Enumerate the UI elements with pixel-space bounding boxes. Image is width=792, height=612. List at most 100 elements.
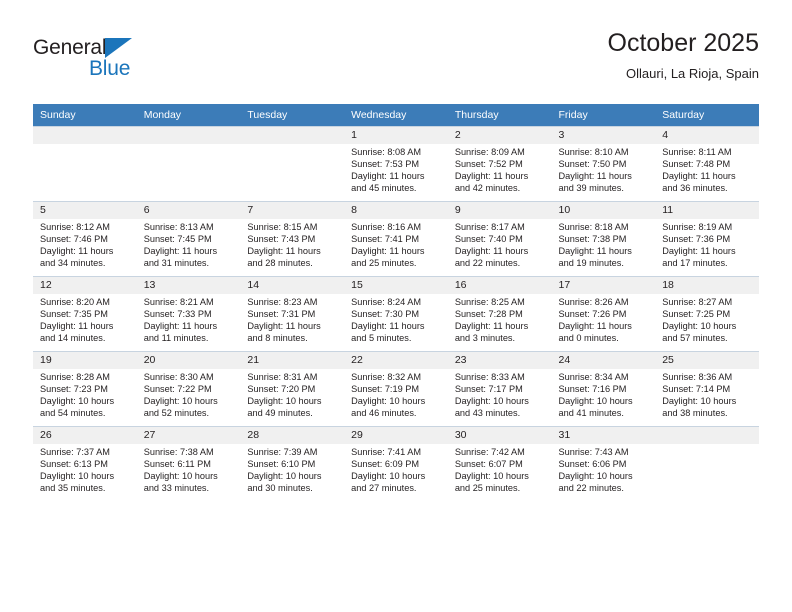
sunrise-text: Sunrise: 7:37 AM <box>40 447 110 457</box>
daylight-text-line1: Daylight: 11 hours <box>40 320 114 331</box>
daylight-text-line1: Daylight: 11 hours <box>454 170 529 181</box>
calendar-day-cell[interactable]: 24 Sunrise: 8:34 AM Sunset: 7:16 PM Dayligh… <box>551 351 656 427</box>
day-cell-inner <box>33 127 137 201</box>
day-cell-inner: 30 Sunrise: 7:42 AM Sunset: 6:07 PM Dayligh… <box>447 427 552 501</box>
calendar-day-cell[interactable]: 21 Sunrise: 8:31 AM Sunset: 7:20 PM Dayligh… <box>240 351 345 427</box>
sunset-text: Sunset: 6:09 PM <box>351 458 420 469</box>
day-number: 15 <box>344 277 448 294</box>
calendar-day-cell[interactable]: 4 Sunrise: 8:11 AM Sunset: 7:48 PM Daylight… <box>655 126 759 202</box>
calendar-day-cell[interactable]: 3 Sunrise: 8:10 AM Sunset: 7:50 PM Daylight… <box>551 126 656 202</box>
day-cell-inner <box>136 127 241 201</box>
day-details: Sunrise: 8:24 AM Sunset: 7:30 PM Daylight:… <box>344 294 448 345</box>
sunrise-text: Sunrise: 8:34 AM <box>558 372 629 382</box>
day-cell-inner: 24 Sunrise: 8:34 AM Sunset: 7:16 PM Dayligh… <box>551 352 656 426</box>
calendar-day-cell[interactable]: 8 Sunrise: 8:16 AM Sunset: 7:41 PM Daylight… <box>344 201 448 277</box>
sunrise-text: Sunrise: 8:36 AM <box>662 372 733 382</box>
sunrise-text: Sunrise: 8:18 AM <box>558 222 629 232</box>
calendar-day-cell[interactable]: 6 Sunrise: 8:13 AM Sunset: 7:45 PM Daylight… <box>136 201 241 277</box>
calendar-day-cell[interactable]: 26 Sunrise: 7:37 AM Sunset: 6:13 PM Dayligh… <box>33 426 137 501</box>
daylight-text-line1: Daylight: 10 hours <box>40 395 115 406</box>
sunset-text: Sunset: 6:13 PM <box>40 458 108 469</box>
daylight-text-line2: and 5 minutes. <box>351 332 412 343</box>
calendar-day-cell[interactable]: 2 Sunrise: 8:09 AM Sunset: 7:52 PM Daylight… <box>447 126 552 202</box>
sunset-text: Sunset: 7:36 PM <box>662 233 731 244</box>
day-details: Sunrise: 8:30 AM Sunset: 7:22 PM Daylight:… <box>137 369 241 420</box>
daylight-text-line2: and 57 minutes. <box>662 332 728 343</box>
daylight-text-line1: Daylight: 11 hours <box>143 245 218 256</box>
sunset-text: Sunset: 7:33 PM <box>143 308 212 319</box>
calendar-week-row: 19 Sunrise: 8:28 AM Sunset: 7:23 PM Dayligh… <box>33 351 759 427</box>
day-details: Sunrise: 8:27 AM Sunset: 7:25 PM Daylight:… <box>655 294 759 345</box>
sunrise-text: Sunrise: 8:28 AM <box>40 372 110 382</box>
day-number: 28 <box>240 427 345 444</box>
daylight-text-line2: and 49 minutes. <box>247 407 313 418</box>
daylight-text-line2: and 0 minutes. <box>558 332 619 343</box>
day-details: Sunrise: 8:32 AM Sunset: 7:19 PM Daylight:… <box>344 369 448 420</box>
sunset-text: Sunset: 7:20 PM <box>247 383 316 394</box>
daylight-text-line2: and 3 minutes. <box>454 332 516 343</box>
sunset-text: Sunset: 7:22 PM <box>143 383 212 394</box>
day-details: Sunrise: 8:13 AM Sunset: 7:45 PM Daylight:… <box>137 219 241 270</box>
day-number: 18 <box>655 277 759 294</box>
day-details: Sunrise: 8:36 AM Sunset: 7:14 PM Daylight:… <box>655 369 759 420</box>
sunset-text: Sunset: 6:11 PM <box>143 458 211 469</box>
sunset-text: Sunset: 7:52 PM <box>454 158 523 169</box>
daylight-text-line2: and 36 minutes. <box>662 182 728 193</box>
daylight-text-line2: and 25 minutes. <box>454 482 521 493</box>
calendar-day-cell[interactable]: 11 Sunrise: 8:19 AM Sunset: 7:36 PM Dayligh… <box>655 201 759 277</box>
calendar-day-cell[interactable]: 16 Sunrise: 8:25 AM Sunset: 7:28 PM Dayligh… <box>447 276 552 352</box>
calendar-header-row: Sunday Monday Tuesday Wednesday Thursday Frid… <box>33 104 759 127</box>
day-cell-inner: 27 Sunrise: 7:38 AM Sunset: 6:11 PM Dayligh… <box>136 427 241 501</box>
day-details: Sunrise: 8:25 AM Sunset: 7:28 PM Daylight:… <box>448 294 552 345</box>
calendar-day-cell[interactable]: 17 Sunrise: 8:26 AM Sunset: 7:26 PM Dayligh… <box>551 276 656 352</box>
daylight-text-line2: and 25 minutes. <box>351 257 417 268</box>
calendar-day-cell[interactable]: 14 Sunrise: 8:23 AM Sunset: 7:31 PM Dayligh… <box>240 276 345 352</box>
daylight-text-line1: Daylight: 11 hours <box>143 320 218 331</box>
weekday-header-monday: Monday <box>136 104 241 127</box>
calendar-day-cell[interactable]: 10 Sunrise: 8:18 AM Sunset: 7:38 PM Dayligh… <box>551 201 656 277</box>
general-blue-logo[interactable]: General Blue <box>33 36 213 90</box>
calendar-day-cell[interactable]: 22 Sunrise: 8:32 AM Sunset: 7:19 PM Dayligh… <box>344 351 448 427</box>
day-cell-inner: 1 Sunrise: 8:08 AM Sunset: 7:53 PM Daylight… <box>344 127 448 201</box>
sunrise-text: Sunrise: 8:08 AM <box>351 147 422 157</box>
daylight-text-line2: and 38 minutes. <box>662 407 728 418</box>
sunrise-text: Sunrise: 8:33 AM <box>454 372 525 382</box>
calendar-day-cell[interactable]: 13 Sunrise: 8:21 AM Sunset: 7:33 PM Dayligh… <box>136 276 241 352</box>
calendar-day-cell[interactable]: 7 Sunrise: 8:15 AM Sunset: 7:43 PM Daylight… <box>240 201 345 277</box>
calendar-day-cell[interactable]: 28 Sunrise: 7:39 AM Sunset: 6:10 PM Dayligh… <box>240 426 345 501</box>
calendar-day-cell[interactable]: 9 Sunrise: 8:17 AM Sunset: 7:40 PM Daylight… <box>447 201 552 277</box>
daylight-text-line1: Daylight: 10 hours <box>351 470 426 481</box>
calendar-day-cell[interactable]: 30 Sunrise: 7:42 AM Sunset: 6:07 PM Dayligh… <box>447 426 552 501</box>
day-cell-inner: 22 Sunrise: 8:32 AM Sunset: 7:19 PM Dayligh… <box>344 352 448 426</box>
daylight-text-line2: and 27 minutes. <box>351 482 417 493</box>
day-number: 30 <box>447 427 552 444</box>
day-details: Sunrise: 8:20 AM Sunset: 7:35 PM Daylight:… <box>33 294 137 345</box>
daylight-text-line2: and 46 minutes. <box>351 407 417 418</box>
day-details: Sunrise: 7:37 AM Sunset: 6:13 PM Daylight:… <box>33 444 137 495</box>
calendar-day-cell[interactable]: 19 Sunrise: 8:28 AM Sunset: 7:23 PM Dayligh… <box>33 351 137 427</box>
day-details: Sunrise: 8:09 AM Sunset: 7:52 PM Daylight:… <box>448 144 552 195</box>
calendar-day-cell[interactable]: 27 Sunrise: 7:38 AM Sunset: 6:11 PM Dayligh… <box>136 426 241 501</box>
day-cell-inner: 29 Sunrise: 7:41 AM Sunset: 6:09 PM Dayligh… <box>344 427 448 501</box>
day-number: 2 <box>447 127 552 144</box>
sunrise-text: Sunrise: 8:09 AM <box>454 147 525 157</box>
calendar-day-cell[interactable]: 5 Sunrise: 8:12 AM Sunset: 7:46 PM Daylight… <box>33 201 137 277</box>
calendar-day-cell[interactable]: 31 Sunrise: 7:43 AM Sunset: 6:06 PM Dayligh… <box>551 426 656 501</box>
daylight-text-line2: and 45 minutes. <box>351 182 417 193</box>
daylight-text-line2: and 33 minutes. <box>143 482 210 493</box>
calendar-day-cell[interactable]: 29 Sunrise: 7:41 AM Sunset: 6:09 PM Dayligh… <box>344 426 448 501</box>
calendar-day-cell[interactable]: 23 Sunrise: 8:33 AM Sunset: 7:17 PM Dayligh… <box>447 351 552 427</box>
calendar-day-cell[interactable]: 18 Sunrise: 8:27 AM Sunset: 7:25 PM Dayligh… <box>655 276 759 352</box>
sunrise-text: Sunrise: 8:19 AM <box>662 222 733 232</box>
calendar-day-cell[interactable]: 1 Sunrise: 8:08 AM Sunset: 7:53 PM Daylight… <box>344 126 448 202</box>
day-cell-inner: 28 Sunrise: 7:39 AM Sunset: 6:10 PM Dayligh… <box>240 427 345 501</box>
daylight-text-line1: Daylight: 10 hours <box>247 395 322 406</box>
daylight-text-line2: and 39 minutes. <box>558 182 624 193</box>
calendar-day-cell[interactable]: 15 Sunrise: 8:24 AM Sunset: 7:30 PM Dayligh… <box>344 276 448 352</box>
sunset-text: Sunset: 7:35 PM <box>40 308 108 319</box>
calendar-day-cell[interactable]: 25 Sunrise: 8:36 AM Sunset: 7:14 PM Dayligh… <box>655 351 759 427</box>
day-number: 23 <box>447 352 552 369</box>
calendar-day-cell[interactable]: 12 Sunrise: 8:20 AM Sunset: 7:35 PM Dayligh… <box>33 276 137 352</box>
calendar-day-cell[interactable]: 20 Sunrise: 8:30 AM Sunset: 7:22 PM Dayligh… <box>136 351 241 427</box>
day-details: Sunrise: 8:08 AM Sunset: 7:53 PM Daylight:… <box>344 144 448 195</box>
